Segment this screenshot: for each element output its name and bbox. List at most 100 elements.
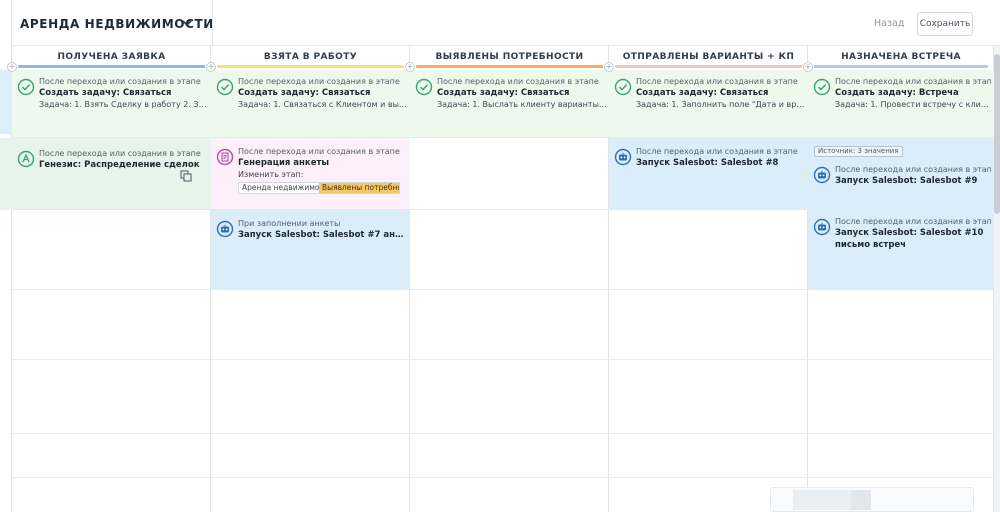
trigger-condition: После перехода или создания в этапе [636,147,798,156]
trigger-cell[interactable]: После перехода или создания в этапе Созд… [410,70,609,138]
header-bar: АРЕНДА НЕДВИЖИМОСТИ Назад Сохранить [12,0,1000,46]
empty-cell[interactable] [808,434,994,478]
empty-cell[interactable] [211,434,410,478]
trigger-condition: После перехода или создания в этапе [39,77,201,86]
trigger-task: Задача: 1. Выслать клиенту варианты кв..… [437,100,607,109]
empty-cell[interactable] [410,290,609,360]
empty-cell[interactable] [12,290,211,360]
trigger-cell[interactable]: После перехода или создания в этапе Гене… [211,138,410,210]
trigger-condition: После перехода или создания в этапе [636,77,798,86]
trigger-cell[interactable]: После перехода или создания в этапе Созд… [609,70,808,138]
check-circle-icon [17,78,35,96]
robot-icon [813,218,831,236]
empty-cell[interactable] [211,290,410,360]
add-trigger-button[interactable]: + [803,62,813,72]
trigger-action: Генерация анкеты [238,158,330,168]
trigger-cell[interactable]: После перехода или создания в этапе Созд… [12,70,211,138]
trigger-cell[interactable]: После перехода или создания в этапе Запу… [609,138,808,210]
check-circle-icon [813,78,831,96]
add-trigger-button[interactable]: + [405,62,415,72]
trigger-condition: После перехода или создания в этапе [835,77,991,86]
empty-cell[interactable] [12,360,211,434]
trigger-cell[interactable]: Источник: 3 значения После перехода или … [808,138,994,290]
empty-cell[interactable] [609,210,808,290]
copy-icon[interactable] [180,170,192,182]
check-circle-icon [216,78,234,96]
trigger-cell[interactable]: После перехода или создания в этапе Созд… [808,70,994,138]
empty-cell[interactable] [410,434,609,478]
stage-from: Аренда недвижимос [242,183,319,192]
chevron-down-icon[interactable] [180,16,194,30]
trigger-task: Задача: 1. Связаться с Клиентом и выяв..… [238,100,408,109]
distribution-icon [17,150,35,168]
empty-cell[interactable] [12,434,211,478]
trigger-action: Запуск Salesbot: Salesbot #7 анкета 2 [238,230,408,240]
trigger-action: Запуск Salesbot: Salesbot #8 [636,158,779,168]
robot-icon [813,166,831,184]
stage-color-bar [615,65,802,68]
trigger-condition: После перехода или создания в этапе [835,165,991,174]
trigger-condition: После перехода или создания в этапе [835,217,991,226]
vertical-scrollbar[interactable] [994,46,1000,512]
empty-cell[interactable] [211,360,410,434]
trigger-task: Задача: 1. Провести встречу с клиентом..… [835,100,991,109]
minimap-viewport [851,490,871,510]
trigger-cell[interactable]: После перехода или создания в этапе Гене… [12,138,211,210]
change-stage-label: Изменить этап: [238,170,304,179]
stage-name: ОТПРАВЛЕНЫ ВАРИАНТЫ + КП [622,52,795,62]
stage-column-needs: ВЫЯВЛЕНЫ ПОТРЕБНОСТИ + После перехода ил… [405,46,609,512]
stage-column-offers-sent: ОТПРАВЛЕНЫ ВАРИАНТЫ + КП + После переход… [604,46,808,512]
minimap[interactable] [770,487,974,512]
left-strip-highlight [0,70,12,134]
stage-name: ПОЛУЧЕНА ЗАЯВКА [57,52,166,62]
trigger-action: Создать задачу: Связаться [437,88,570,98]
stage-column-in-work: ВЗЯТА В РАБОТУ + После перехода или созд… [206,46,410,512]
source-badge[interactable]: Источник: 3 значения [814,146,903,157]
trigger-task: Задача: 1. Взять Сделку в работу 2. Запо… [39,100,209,109]
robot-icon [614,148,632,166]
trigger-action: Создать задачу: Связаться [636,88,769,98]
trigger-action: Создать задачу: Встреча [835,88,959,98]
empty-cell[interactable] [609,290,808,360]
empty-cell[interactable] [808,360,994,434]
trigger-condition: При заполнении анкеты [238,219,341,228]
trigger-action: Создать задачу: Связаться [238,88,371,98]
scrollbar-thumb[interactable] [994,54,1000,214]
trigger-cell[interactable]: После перехода или создания в этапе Созд… [211,70,410,138]
stage-color-bar [217,65,404,68]
trigger-condition: После перехода или создания в этапе [238,77,400,86]
stage-change-box: Аренда недвижимос Выявлены потребнос [238,182,400,194]
empty-cell[interactable] [609,360,808,434]
stage-column-received: ПОЛУЧЕНА ЗАЯВКА + После перехода или соз… [7,46,211,512]
add-trigger-button[interactable]: + [7,62,17,72]
empty-cell[interactable] [808,290,994,360]
trigger-condition: После перехода или создания в этапе [238,147,400,156]
stage-column-meeting: НАЗНАЧЕНА ВСТРЕЧА + После перехода или с… [803,46,994,512]
empty-cell[interactable] [609,434,808,478]
stage-name: НАЗНАЧЕНА ВСТРЕЧА [841,52,961,62]
trigger-condition: После перехода или создания в этапе [437,77,599,86]
trigger-task: Задача: 1. Заполнить поле "Дата и время.… [636,100,806,109]
stage-color-bar [416,65,603,68]
minimap-viewport [793,490,851,510]
stage-to: Выявлены потребнос [319,183,399,193]
empty-cell[interactable] [410,210,609,290]
robot-icon [216,220,234,238]
empty-cell[interactable] [12,210,211,290]
check-circle-icon [614,78,632,96]
empty-cell[interactable] [410,360,609,434]
add-trigger-button[interactable]: + [604,62,614,72]
empty-cell[interactable] [410,138,609,210]
stage-color-bar [814,65,988,68]
trigger-cell[interactable]: При заполнении анкеты Запуск Salesbot: S… [211,210,410,290]
header-divider [212,0,213,46]
pipeline-automation-board: АРЕНДА НЕДВИЖИМОСТИ Назад Сохранить ПОЛУ… [0,0,1000,512]
back-button[interactable]: Назад [874,18,904,29]
check-circle-icon [415,78,433,96]
add-trigger-button[interactable]: + [206,62,216,72]
trigger-action: Запуск Salesbot: Salesbot #9 [835,176,978,186]
trigger-condition: После перехода или создания в этапе [39,149,201,158]
left-strip-highlight [0,138,12,210]
trigger-action: Запуск Salesbot: Salesbot #10 письмо вст… [835,228,984,250]
save-button[interactable]: Сохранить [917,12,973,36]
